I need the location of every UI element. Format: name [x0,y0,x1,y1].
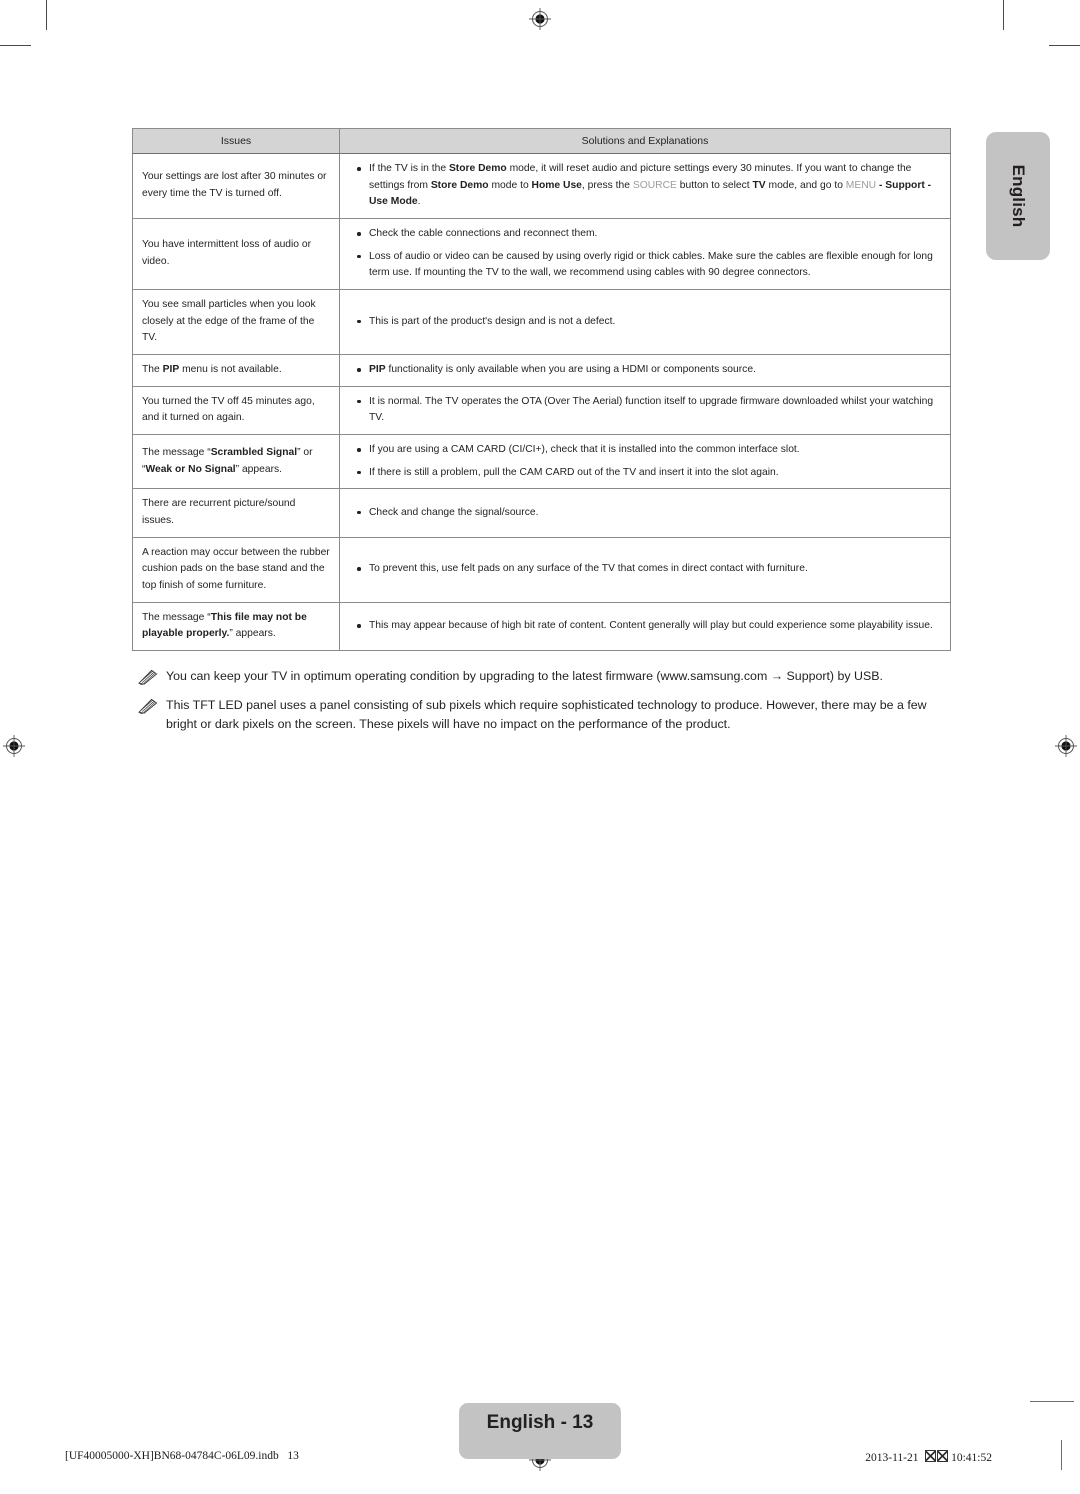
solution-list: If you are using a CAM CARD (CI/CI+), ch… [349,442,941,481]
footer-date: 2013-11-21 [865,1452,919,1464]
solution-cell: Check and change the signal/source. [339,488,951,538]
tofu-glyph-icon [924,1450,936,1462]
table-row: You see small particles when you look cl… [132,289,951,356]
table-row: A reaction may occur between the rubber … [132,536,951,603]
column-header-issues: Issues [132,128,340,154]
solution-cell: If the TV is in the Store Demo mode, it … [339,152,951,220]
pencil-note-icon [138,669,158,686]
solution-list: If the TV is in the Store Demo mode, it … [349,161,941,211]
page-content: Issues Solutions and Explanations Your s… [132,128,951,744]
registration-mark-left [3,735,25,757]
crop-mark-top-right-vertical [1003,0,1004,30]
footer-time: 10:41:52 [951,1452,992,1464]
language-side-tab: English [986,132,1050,260]
footer-timestamp: 2013-11-21 10:41:52 [865,1450,992,1464]
pencil-note-icon [138,698,158,715]
table-row: You turned the TV off 45 minutes ago, an… [132,385,951,436]
solution-cell: PIP functionality is only available when… [339,354,951,387]
solution-list: This is part of the product's design and… [349,314,941,331]
solution-item: This is part of the product's design and… [349,314,941,331]
solution-list: Check and change the signal/source. [349,505,941,522]
solution-list: This may appear because of high bit rate… [349,618,941,635]
solution-item: PIP functionality is only available when… [349,362,941,379]
solution-item: Check the cable connections and reconnec… [349,226,941,243]
footer-rule-horizontal [1030,1401,1074,1402]
solution-item: If there is still a problem, pull the CA… [349,465,941,482]
notes-section: You can keep your TV in optimum operatin… [132,667,950,734]
issue-cell: You turned the TV off 45 minutes ago, an… [132,385,340,436]
note-row: This TFT LED panel uses a panel consisti… [132,696,950,734]
tofu-glyph-icon [936,1450,948,1462]
solution-list: Check the cable connections and reconnec… [349,226,941,282]
note-text: This TFT LED panel uses a panel consisti… [166,698,927,732]
solution-list: To prevent this, use felt pads on any su… [349,561,941,578]
imposition-footer: [UF40005000-XH]BN68-04784C-06L09.indb 13… [0,1450,1080,1466]
solution-item: This may appear because of high bit rate… [349,618,941,635]
solution-list: PIP functionality is only available when… [349,362,941,379]
column-header-solutions: Solutions and Explanations [339,128,951,154]
crop-mark-top-left-horizontal [0,45,31,46]
issue-cell: You see small particles when you look cl… [132,289,340,356]
page-number-label: English - 13 [486,1412,594,1433]
registration-mark-top [529,8,551,30]
table-row: The PIP menu is not available. PIP functi… [132,354,951,387]
solution-cell: If you are using a CAM CARD (CI/CI+), ch… [339,434,951,490]
table-row: The message “This file may not be playab… [132,601,951,652]
solution-item: Loss of audio or video can be caused by … [349,249,941,282]
issue-cell: The PIP menu is not available. [132,354,340,387]
note-row: You can keep your TV in optimum operatin… [132,667,950,686]
issue-cell: Your settings are lost after 30 minutes … [132,152,340,220]
solution-cell: Check the cable connections and reconnec… [339,218,951,291]
issue-cell: There are recurrent picture/sound issues… [132,488,340,538]
table-row: The message “Scrambled Signal” or “Weak … [132,434,951,490]
issue-cell: The message “Scrambled Signal” or “Weak … [132,434,340,490]
footer-source-file: [UF40005000-XH]BN68-04784C-06L09.indb 13 [65,1450,299,1462]
issue-cell: A reaction may occur between the rubber … [132,536,340,603]
solution-cell: This is part of the product's design and… [339,289,951,356]
solution-item: Check and change the signal/source. [349,505,941,522]
language-side-tab-label: English [1009,164,1028,228]
solution-item: If the TV is in the Store Demo mode, it … [349,161,941,211]
crop-mark-top-right-horizontal [1049,45,1080,46]
solution-item: If you are using a CAM CARD (CI/CI+), ch… [349,442,941,459]
table-row: Your settings are lost after 30 minutes … [132,152,951,220]
note-text: You can keep your TV in optimum operatin… [166,669,883,684]
table-row: You have intermittent loss of audio or v… [132,218,951,291]
crop-mark-top-left-vertical [46,0,47,30]
solution-list: It is normal. The TV operates the OTA (O… [349,394,941,427]
registration-mark-right [1055,735,1077,757]
solution-cell: This may appear because of high bit rate… [339,601,951,652]
troubleshooting-table-body: Your settings are lost after 30 minutes … [132,152,951,652]
solution-cell: It is normal. The TV operates the OTA (O… [339,385,951,436]
troubleshooting-table: Issues Solutions and Explanations Your s… [132,128,951,652]
issue-cell: You have intermittent loss of audio or v… [132,218,340,291]
table-header-row: Issues Solutions and Explanations [132,128,951,154]
solution-cell: To prevent this, use felt pads on any su… [339,536,951,603]
table-row: There are recurrent picture/sound issues… [132,488,951,538]
issue-cell: The message “This file may not be playab… [132,601,340,652]
solution-item: It is normal. The TV operates the OTA (O… [349,394,941,427]
solution-item: To prevent this, use felt pads on any su… [349,561,941,578]
